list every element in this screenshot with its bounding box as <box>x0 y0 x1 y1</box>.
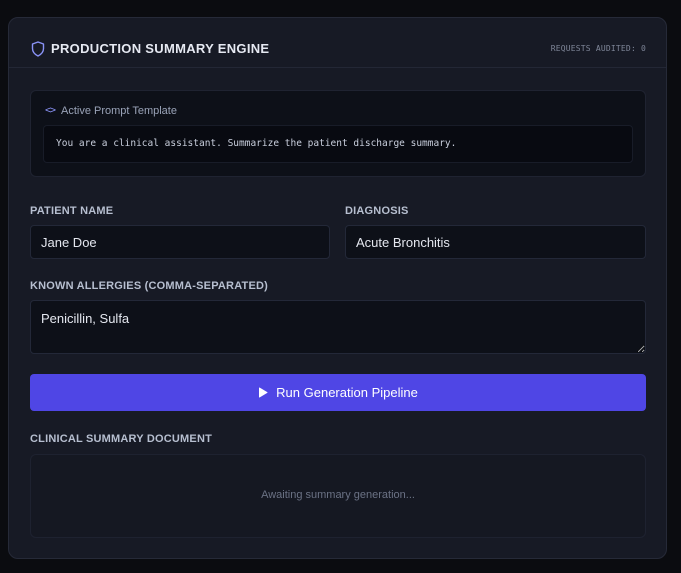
active-prompt-template-panel: <> Active Prompt Template You are a clin… <box>30 90 646 177</box>
allergies-textarea[interactable]: Penicillin, Sulfa <box>30 300 646 354</box>
patient-name-input[interactable] <box>30 225 330 259</box>
card-header: PRODUCTION SUMMARY ENGINE REQUESTS AUDIT… <box>9 18 666 68</box>
run-generation-pipeline-button[interactable]: Run Generation Pipeline <box>30 374 646 411</box>
run-button-label: Run Generation Pipeline <box>276 385 418 400</box>
play-icon <box>259 387 268 398</box>
code-icon: <> <box>45 105 56 116</box>
diagnosis-label: DIAGNOSIS <box>345 205 409 217</box>
diagnosis-input[interactable] <box>345 225 646 259</box>
template-label: Active Prompt Template <box>61 105 177 117</box>
clinical-summary-label: CLINICAL SUMMARY DOCUMENT <box>30 433 213 445</box>
prompt-template-text: You are a clinical assistant. Summarize … <box>43 125 633 163</box>
clinical-summary-output: Awaiting summary generation... <box>30 454 646 538</box>
requests-audited-counter: REQUESTS AUDITED: 0 <box>550 44 646 53</box>
page-title: PRODUCTION SUMMARY ENGINE <box>51 41 270 56</box>
summary-placeholder-text: Awaiting summary generation... <box>261 489 415 501</box>
summary-engine-card: PRODUCTION SUMMARY ENGINE REQUESTS AUDIT… <box>8 17 667 559</box>
patient-name-label: PATIENT NAME <box>30 205 114 217</box>
shield-icon <box>31 41 45 57</box>
allergies-label: KNOWN ALLERGIES (COMMA-SEPARATED) <box>30 280 268 292</box>
